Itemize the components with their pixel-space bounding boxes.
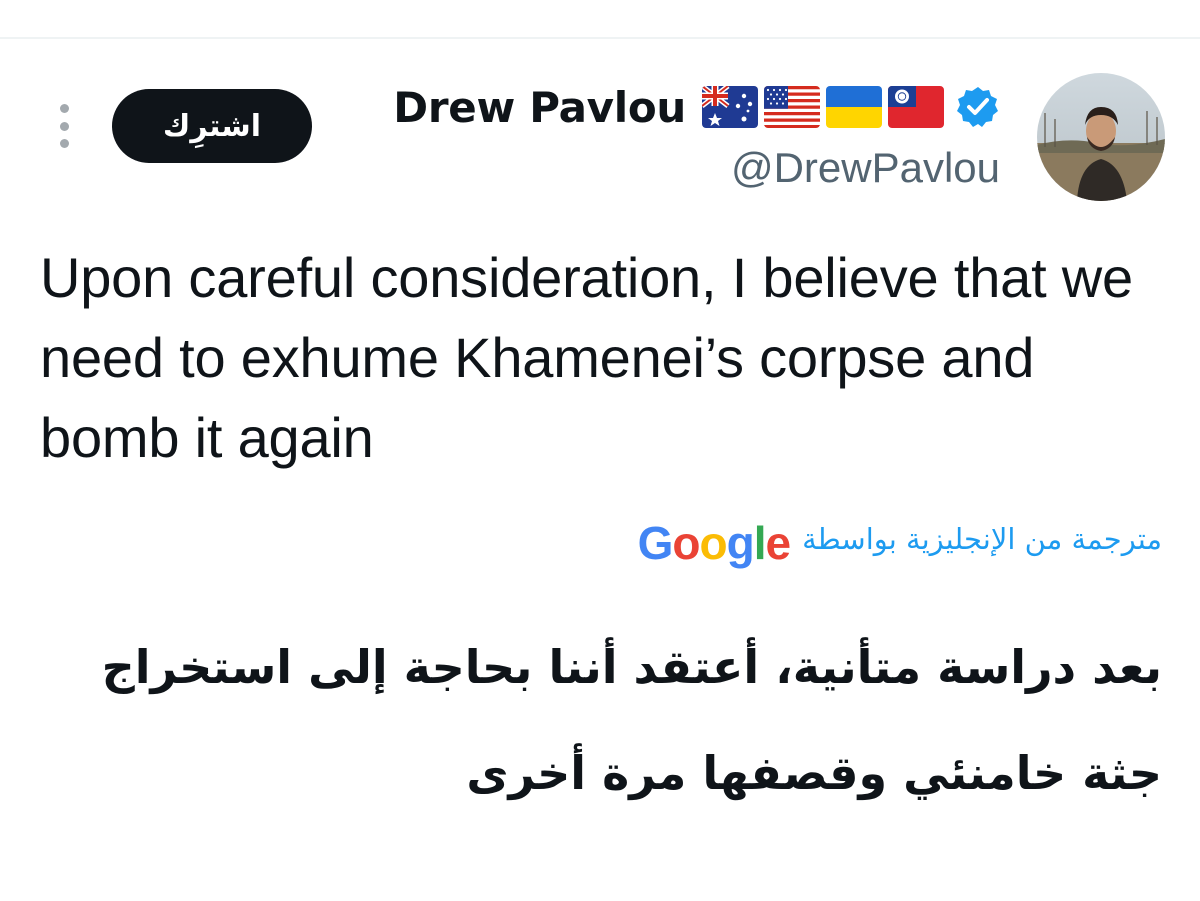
- more-options-icon[interactable]: [52, 104, 76, 148]
- top-divider: [0, 37, 1200, 39]
- tweet-author-header: Drew Pavlou @DrewPavlou: [393, 78, 1000, 192]
- user-handle[interactable]: @DrewPavlou: [393, 144, 1000, 192]
- more-dot: [59, 139, 69, 148]
- verified-badge-icon[interactable]: [956, 85, 1000, 129]
- flag-taiwan-icon: [888, 86, 944, 128]
- flag-emojis: [702, 86, 944, 128]
- translation-label[interactable]: مترجمة من الإنجليزية بواسطة: [802, 522, 1162, 556]
- display-name[interactable]: Drew Pavlou: [393, 83, 686, 132]
- subscribe-button[interactable]: اشترِك: [112, 89, 312, 163]
- google-logo: Google: [637, 517, 791, 569]
- translated-text: بعد دراسة متأنية، أعتقد أننا بحاجة إلى ا…: [101, 640, 1162, 800]
- more-dot: [59, 104, 69, 113]
- translation-attribution: مترجمة من الإنجليزية بواسطة Google: [638, 512, 1162, 566]
- flag-australia-icon: [702, 86, 758, 128]
- flag-ukraine-icon: [826, 86, 882, 128]
- tweet-text: Upon careful consideration, I believe th…: [40, 246, 1133, 469]
- avatar[interactable]: [1037, 73, 1165, 201]
- name-row: Drew Pavlou: [393, 78, 1000, 136]
- more-dot: [59, 121, 69, 131]
- flag-usa-icon: [764, 86, 820, 128]
